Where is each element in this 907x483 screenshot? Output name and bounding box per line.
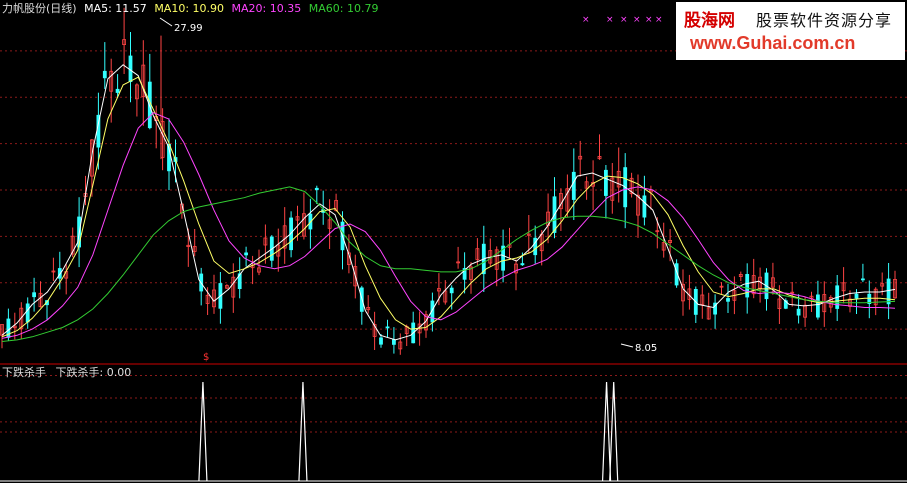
candle-body bbox=[816, 294, 820, 318]
candle-body bbox=[571, 171, 576, 200]
candle-body bbox=[726, 298, 730, 302]
ma5-label: MA5: 11.57 bbox=[84, 2, 147, 15]
low-arrow-line bbox=[620, 343, 634, 348]
candle-body bbox=[25, 303, 30, 323]
ma-line-ma5 bbox=[1, 64, 896, 341]
candle-body bbox=[379, 337, 383, 345]
candle-body bbox=[32, 292, 36, 298]
ma20-label: MA20: 10.35 bbox=[231, 2, 302, 15]
candle-body bbox=[604, 169, 608, 196]
ma-line-ma20 bbox=[1, 112, 896, 339]
high-price-label: 27.99 bbox=[174, 23, 203, 34]
candle-body bbox=[745, 273, 750, 298]
x-mark: × bbox=[633, 15, 641, 25]
x-mark: × bbox=[606, 15, 614, 25]
brand-url: www.Guhai.com.cn bbox=[690, 33, 856, 53]
x-marks: × × × × × × bbox=[582, 15, 663, 25]
candle-body bbox=[642, 195, 647, 218]
candle-body bbox=[861, 278, 865, 281]
ma10-label: MA10: 10.90 bbox=[154, 2, 225, 15]
chart-header: 力帆股份(日线) MA5: 11.57 MA10: 10.90 MA20: 10… bbox=[2, 2, 378, 16]
candle-body bbox=[796, 308, 801, 316]
candle-body bbox=[520, 263, 525, 266]
candle-body bbox=[102, 70, 107, 79]
candle-body bbox=[115, 88, 120, 93]
low-price-label: 8.05 bbox=[635, 343, 657, 354]
candle-body bbox=[244, 252, 249, 256]
signal-spikes bbox=[0, 381, 907, 482]
x-mark: × bbox=[620, 15, 628, 25]
brand-name: 股海网 bbox=[684, 11, 735, 31]
x-mark: × bbox=[645, 15, 653, 25]
watermark-logo: 股海网 股票软件资源分享 www.Guhai.com.cn bbox=[676, 2, 905, 60]
ma-line-ma10 bbox=[1, 76, 896, 338]
moving-average-lines bbox=[1, 64, 896, 342]
candle-body bbox=[449, 287, 454, 294]
candle-body bbox=[385, 326, 390, 329]
indicator-value: 下跌杀手: 0.00 bbox=[55, 366, 132, 379]
x-mark: × bbox=[655, 15, 663, 25]
candle-body bbox=[854, 293, 859, 299]
x-mark: × bbox=[582, 15, 590, 25]
candle-body bbox=[314, 187, 319, 191]
stock-name: 力帆股份(日线) bbox=[2, 2, 77, 15]
price-grid bbox=[0, 50, 907, 423]
ma60-label: MA60: 10.79 bbox=[308, 2, 379, 15]
high-arrow-line bbox=[159, 17, 173, 27]
dollar-marker: $ bbox=[203, 352, 209, 363]
candle-body bbox=[391, 339, 396, 345]
ma-line-ma60 bbox=[1, 186, 896, 342]
indicator-name: 下跌杀手 bbox=[2, 366, 46, 379]
indicator-header: 下跌杀手 下跌杀手: 0.00 bbox=[2, 366, 131, 380]
stock-chart: 27.99 8.05 $ × × × × × × bbox=[0, 7, 907, 482]
brand-slogan: 股票软件资源分享 bbox=[756, 11, 893, 30]
candle-body bbox=[886, 278, 891, 305]
